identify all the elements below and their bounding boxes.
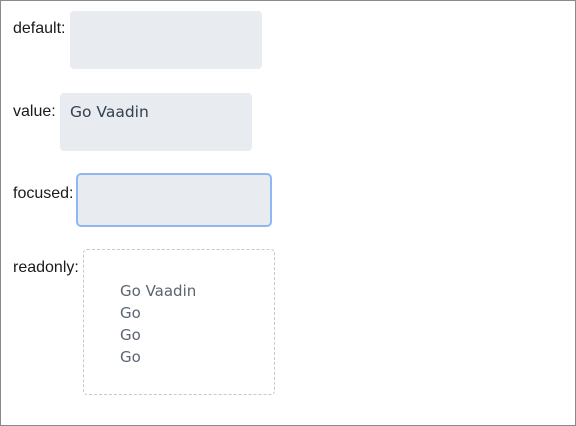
focused-text-area[interactable] bbox=[76, 173, 272, 227]
value-text-area-value: Go Vaadin bbox=[70, 103, 149, 121]
value-label: value: bbox=[13, 103, 56, 120]
default-text-area[interactable] bbox=[70, 11, 262, 69]
default-label: default: bbox=[13, 20, 66, 37]
readonly-line: Go bbox=[120, 326, 141, 344]
readonly-line: Go Vaadin bbox=[120, 282, 197, 300]
focused-label: focused: bbox=[13, 185, 74, 202]
readonly-text-content: Go Vaadin Go Go Go bbox=[120, 280, 196, 368]
readonly-text-area[interactable]: Go Vaadin Go Go Go bbox=[83, 249, 275, 395]
value-text-area[interactable]: Go Vaadin bbox=[60, 93, 252, 151]
readonly-line: Go bbox=[120, 348, 141, 366]
readonly-line: Go bbox=[120, 304, 141, 322]
readonly-label: readonly: bbox=[13, 259, 79, 276]
